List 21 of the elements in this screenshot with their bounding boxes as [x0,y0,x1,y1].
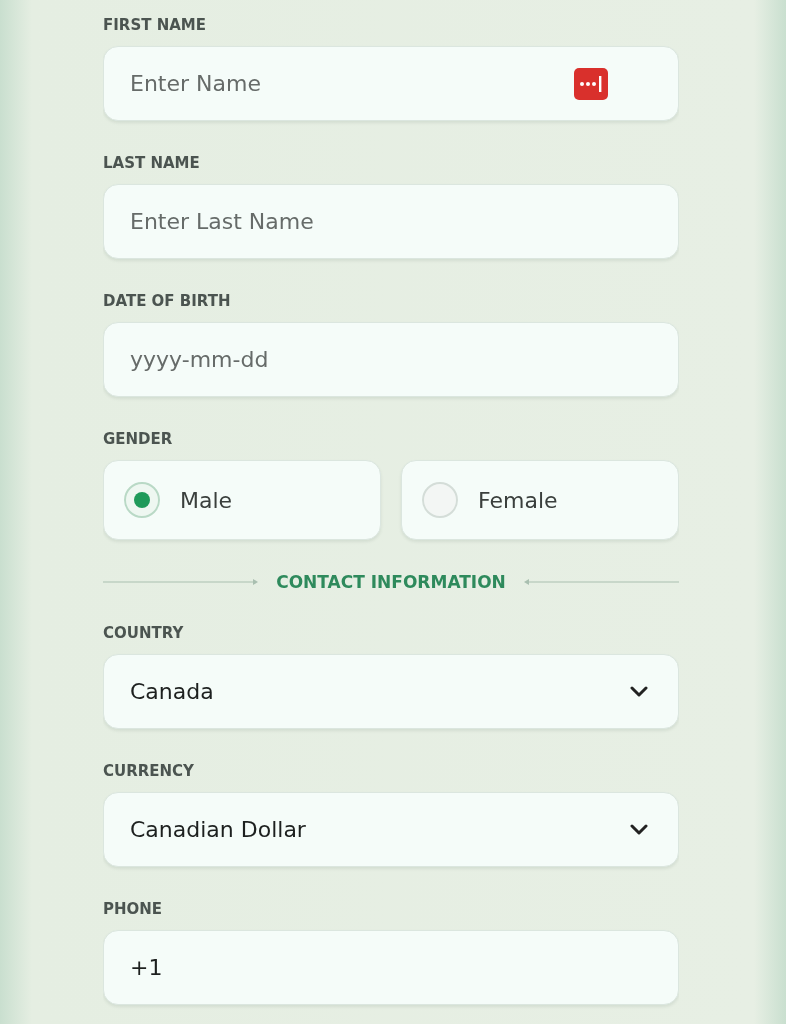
chevron-down-icon [630,823,648,836]
field-label: LAST NAME [103,153,201,173]
radio-option[interactable]: Male [103,460,381,540]
input-field[interactable]: +1 [103,930,679,1005]
radio-option[interactable]: Female [401,460,679,540]
field-label: COUNTRY [103,623,185,643]
radio-button[interactable] [124,482,160,518]
field-label: CURRENCY [103,761,195,781]
field-label: PHONE [103,899,164,919]
input-field[interactable]: Enter Last Name [103,184,679,259]
field-label: GENDER [103,429,174,449]
input-field[interactable]: Enter Name [103,46,679,121]
field-label: FIRST NAME [103,15,207,35]
radio-button[interactable] [422,482,458,518]
select-field[interactable]: Canada [103,654,679,729]
section-heading: CONTACT INFORMATION [276,572,506,592]
input-field[interactable]: yyyy-mm-dd [103,322,679,397]
field-label: DATE OF BIRTH [103,291,232,311]
autofill-icon[interactable] [574,67,608,100]
chevron-down-icon [630,685,648,698]
select-field[interactable]: Canadian Dollar [103,792,679,867]
